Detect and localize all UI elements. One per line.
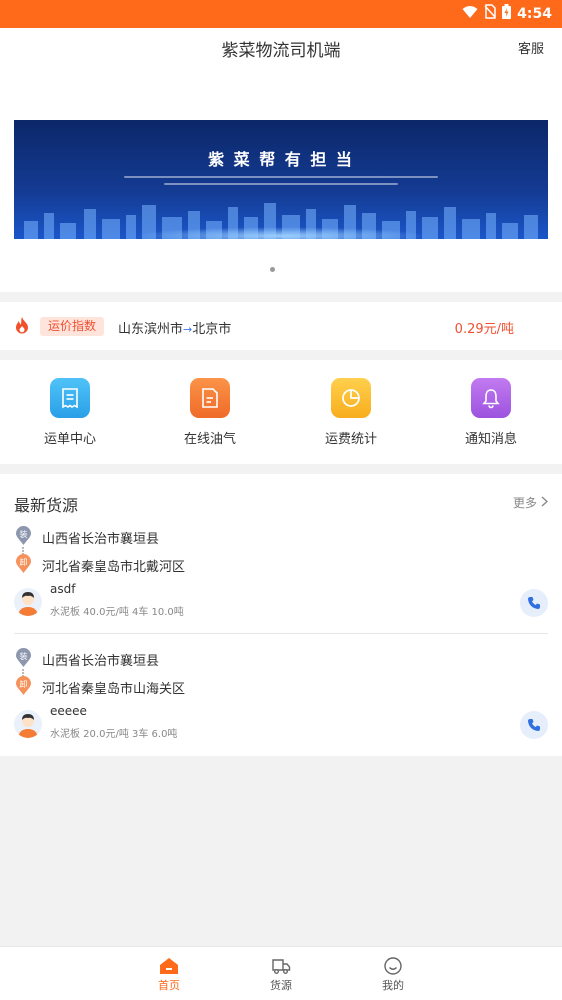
fire-icon — [14, 316, 30, 338]
tab-cargo[interactable]: 货源 — [251, 955, 311, 993]
shipper-name: asdf — [50, 582, 76, 596]
waybill-icon — [50, 378, 90, 418]
menu-label: 运单中心 — [43, 432, 96, 447]
cargo-to: 河北省秦皇岛市北戴河区 — [42, 560, 186, 575]
latest-cargo-section: 最新货源 更多 装 山西省长治市襄垣县 卸 河北省秦皇岛市北戴河区 asdf 水… — [0, 474, 562, 756]
home-icon — [139, 955, 199, 977]
unload-location-icon: 卸 — [15, 554, 32, 574]
pie-chart-icon — [331, 378, 371, 418]
customer-service-button[interactable]: 客服 — [518, 38, 544, 57]
unload-location-icon: 卸 — [15, 676, 32, 696]
banner-slogan: 紫 菜 帮 有 担 当 — [208, 150, 354, 169]
chevron-right-icon — [541, 495, 549, 510]
wifi-icon — [462, 4, 478, 23]
feature-menu: 运单中心 在线油气 运费统计 通知消息 — [0, 360, 562, 464]
tab-mine[interactable]: 我的 — [363, 955, 423, 993]
unload-badge-text: 卸 — [20, 557, 28, 567]
status-icons: 4:54 — [462, 4, 552, 23]
tab-label: 我的 — [382, 979, 404, 992]
banner-glow — [134, 227, 428, 239]
list-divider — [14, 633, 548, 634]
header: 紫菜物流司机端 客服 紫 菜 帮 有 担 当 — [0, 28, 562, 292]
more-label: 更多 — [512, 496, 537, 510]
unload-badge-text: 卸 — [20, 679, 28, 689]
app-title: 紫菜物流司机端 — [221, 41, 341, 61]
carousel-indicator — [270, 267, 275, 272]
tab-label: 货源 — [270, 979, 292, 992]
cargo-to: 河北省秦皇岛市山海关区 — [42, 682, 186, 697]
banner-subtext-lines — [124, 176, 438, 196]
smiley-icon — [363, 955, 423, 977]
tab-label: 首页 — [158, 979, 180, 992]
battery-icon — [502, 4, 512, 23]
shipper-name: eeeee — [50, 704, 87, 718]
price-index-row[interactable]: 运价指数 山东滨州市→北京市 0.29元/吨 — [0, 302, 562, 350]
status-bar: 4:54 — [0, 0, 562, 28]
phone-icon — [528, 719, 540, 731]
load-badge-text: 装 — [20, 529, 28, 539]
truck-icon — [251, 955, 311, 977]
load-location-icon: 装 — [15, 648, 32, 668]
load-badge-text: 装 — [20, 651, 28, 661]
menu-item-waybill-center[interactable]: 运单中心 — [20, 378, 120, 447]
price-index-tag: 运价指数 — [40, 317, 105, 336]
route-destination: 北京市 — [192, 322, 232, 337]
phone-icon — [528, 597, 540, 609]
menu-label: 在线油气 — [183, 432, 236, 447]
route-origin: 山东滨州市 — [118, 322, 184, 337]
call-button[interactable] — [520, 589, 548, 617]
cargo-details: 水泥板 20.0元/吨 3车 6.0吨 — [50, 729, 178, 740]
menu-item-freight-stats[interactable]: 运费统计 — [301, 378, 401, 447]
load-location-icon: 装 — [15, 526, 32, 546]
section-title: 最新货源 — [14, 496, 79, 515]
menu-label: 通知消息 — [464, 432, 517, 447]
status-time: 4:54 — [517, 5, 552, 22]
call-button[interactable] — [520, 711, 548, 739]
bell-icon — [471, 378, 511, 418]
tab-home[interactable]: 首页 — [139, 955, 199, 993]
cargo-from: 山西省长治市襄垣县 — [42, 532, 160, 547]
price-route: 山东滨州市→北京市 — [118, 318, 231, 337]
route-arrow: → — [183, 323, 193, 336]
menu-label: 运费统计 — [324, 432, 377, 447]
bottom-tab-bar: 首页 货源 我的 — [0, 946, 562, 1000]
cargo-list-item[interactable]: 装 山西省长治市襄垣县 卸 河北省秦皇岛市北戴河区 asdf 水泥板 40.0元… — [0, 526, 562, 646]
no-sim-icon — [484, 4, 496, 23]
more-link[interactable]: 更多 — [512, 494, 549, 511]
promo-banner[interactable]: 紫 菜 帮 有 担 当 — [14, 120, 548, 239]
shipper-avatar — [14, 710, 42, 738]
cargo-list-item[interactable]: 装 山西省长治市襄垣县 卸 河北省秦皇岛市山海关区 eeeee 水泥板 20.0… — [0, 648, 562, 768]
menu-item-notifications[interactable]: 通知消息 — [441, 378, 541, 447]
cargo-from: 山西省长治市襄垣县 — [42, 654, 160, 669]
document-icon — [190, 378, 230, 418]
menu-item-online-fuel[interactable]: 在线油气 — [160, 378, 260, 447]
cargo-details: 水泥板 40.0元/吨 4车 10.0吨 — [50, 607, 184, 618]
shipper-avatar — [14, 588, 42, 616]
route-price: 0.29元/吨 — [454, 322, 514, 337]
